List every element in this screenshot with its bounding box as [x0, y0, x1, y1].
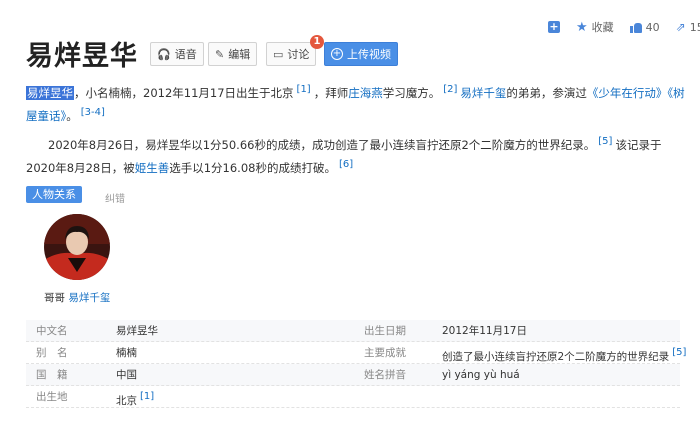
- record-text-3: 2020年8月28日，被: [26, 161, 135, 175]
- voice-button[interactable]: 🎧 语音: [150, 42, 204, 66]
- record-paragraph: 2020年8月26日，易烊昱华以1分50.66秒的成绩，成功创造了最小连续盲拧还…: [26, 132, 694, 178]
- chat-icon: ▭: [273, 47, 284, 61]
- show-link-1[interactable]: 《少年在行动》: [587, 86, 668, 100]
- info-table: 中文名 易烊昱华 出生日期 2012年11月17日 别 名 楠楠 主要成就 创造…: [26, 320, 686, 408]
- intro-text-5: 。: [66, 109, 78, 123]
- achievement-text: 创造了最小连续盲拧还原2个二阶魔方的世界纪录: [442, 351, 670, 363]
- headphones-icon: 🎧: [157, 47, 171, 61]
- share-icon[interactable]: ⇗: [676, 20, 686, 34]
- intro-paragraph: 易烊昱华，小名楠楠，2012年11月17日出生于北京 [1] ，拜师庄海燕学习魔方。…: [26, 80, 694, 126]
- relation-label: 哥哥: [44, 292, 65, 304]
- relations-tab[interactable]: 人物关系: [26, 186, 82, 203]
- ref-5[interactable]: [5]: [598, 136, 612, 147]
- discuss-badge: 1: [310, 35, 324, 49]
- info-key: 中文名: [36, 325, 68, 337]
- info-key: 出生日期: [364, 325, 406, 337]
- nationality-link[interactable]: 中国: [116, 364, 137, 386]
- page-title: 易烊昱华: [26, 41, 138, 72]
- record-text-1: 2020年8月26日，易烊昱华以1分50.66秒的成绩，成功创造了最小连续盲拧还…: [48, 138, 596, 152]
- info-key: 别 名: [36, 347, 68, 359]
- relation-caption: 哥哥 易烊千玺: [44, 290, 110, 305]
- brother-link[interactable]: 易烊千玺: [460, 86, 506, 100]
- like-count: 40: [645, 20, 660, 34]
- birthplace-text: 北京: [116, 395, 137, 407]
- add-icon[interactable]: +: [548, 21, 560, 33]
- thumbs-up-icon[interactable]: [629, 21, 642, 33]
- info-value: 北京 [1]: [116, 386, 157, 412]
- intro-text-3: 学习魔方。: [382, 86, 441, 100]
- info-key: 国 籍: [36, 369, 68, 381]
- discuss-button[interactable]: ▭ 讨论: [266, 42, 317, 66]
- teacher-link[interactable]: 庄海燕: [348, 86, 383, 100]
- ref-6[interactable]: [6]: [339, 159, 353, 170]
- share-count: 15: [689, 20, 700, 34]
- edit-button[interactable]: ✎ 编辑: [208, 42, 258, 66]
- info-value: 易烊昱华: [116, 325, 158, 337]
- avatar[interactable]: [44, 214, 110, 280]
- info-key: 主要成就: [364, 347, 406, 359]
- info-row: 中文名 易烊昱华 出生日期 2012年11月17日: [26, 320, 680, 342]
- ref-1-table[interactable]: [1]: [140, 391, 154, 402]
- intro-text-1: ，小名楠楠，2012年11月17日出生于北京: [74, 86, 294, 100]
- info-key: 出生地: [36, 391, 68, 403]
- info-key: 姓名拼音: [364, 369, 406, 381]
- plus-circle-icon: +: [331, 48, 343, 60]
- ref-1[interactable]: [1]: [297, 84, 311, 95]
- star-icon[interactable]: ★: [576, 20, 588, 35]
- intro-text-4: 的弟弟，参演过: [506, 86, 587, 100]
- relation-name-link[interactable]: 易烊千玺: [68, 292, 110, 304]
- intro-text-2: ，拜师: [313, 86, 349, 100]
- name-highlight: 易烊昱华: [26, 86, 74, 100]
- info-row: 国 籍 中国 姓名拼音 yì yáng yù huá: [26, 364, 680, 386]
- voice-label: 语音: [174, 48, 197, 61]
- ref-5-table[interactable]: [5]: [672, 347, 686, 358]
- info-row: 出生地 北京 [1]: [26, 386, 680, 408]
- breaker-link[interactable]: 姫生善: [135, 161, 170, 175]
- info-value: 2012年11月17日: [442, 325, 527, 337]
- discuss-label: 讨论: [287, 48, 310, 61]
- action-toolbar: + ★ 收藏 40 ⇗ 15: [548, 18, 700, 36]
- record-text-4: 选手以1分16.08秒的成绩打破。: [169, 161, 336, 175]
- favorite-label[interactable]: 收藏: [592, 19, 614, 35]
- ref-3-4[interactable]: [3-4]: [81, 107, 105, 118]
- edit-label: 编辑: [228, 48, 251, 61]
- record-text-2: 该记录于: [615, 138, 662, 152]
- info-value: yì yáng yù huá: [442, 369, 520, 381]
- info-value: 楠楠: [116, 347, 137, 359]
- report-error-link[interactable]: 纠错: [105, 190, 125, 205]
- pencil-icon: ✎: [215, 47, 225, 61]
- upload-label: 上传视频: [347, 48, 391, 61]
- ref-2[interactable]: [2]: [443, 84, 457, 95]
- info-row: 别 名 楠楠 主要成就 创造了最小连续盲拧还原2个二阶魔方的世界纪录 [5]: [26, 342, 686, 364]
- upload-video-button[interactable]: + 上传视频: [324, 42, 398, 66]
